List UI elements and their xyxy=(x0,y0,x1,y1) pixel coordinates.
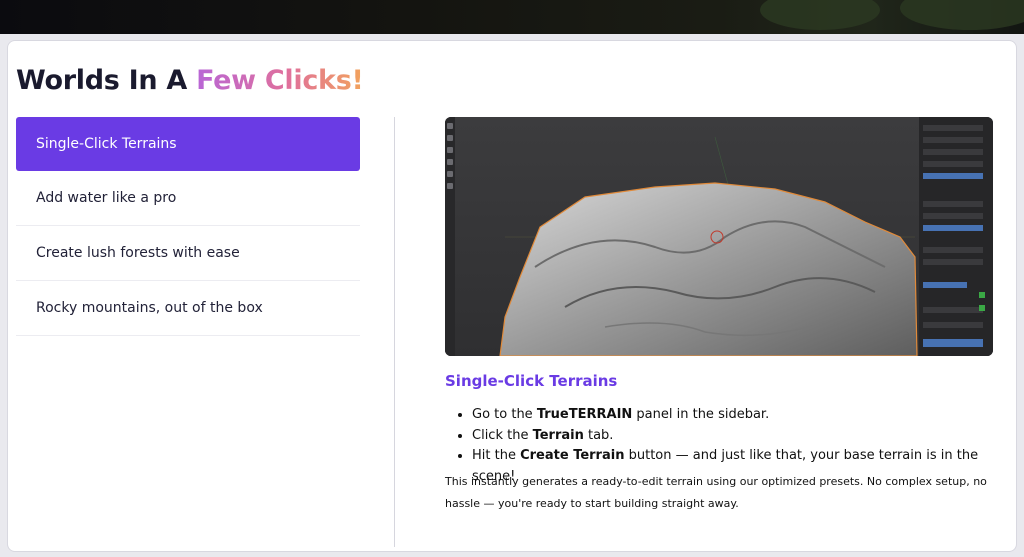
list-item: Click the Terrain tab. xyxy=(472,426,1016,447)
feature-detail-title: Single-Click Terrains xyxy=(445,372,618,390)
title-highlight: Few Clicks! xyxy=(196,65,364,96)
feature-description: This instantly generates a ready-to-edit… xyxy=(445,475,987,510)
terrain-editor-image xyxy=(445,117,993,356)
vertical-divider xyxy=(394,117,395,547)
list-item: Go to the TrueTERRAIN panel in the sideb… xyxy=(472,405,1016,426)
features-card: Worlds In A Few Clicks! Single-Click Ter… xyxy=(7,40,1017,552)
tab-create-forests[interactable]: Create lush forests with ease xyxy=(16,226,360,281)
section-title: Worlds In A Few Clicks! xyxy=(16,65,364,96)
tab-single-click-terrains[interactable]: Single-Click Terrains xyxy=(16,117,360,171)
foliage-shape xyxy=(900,0,1024,30)
feature-screenshot xyxy=(445,117,993,356)
tab-rocky-mountains[interactable]: Rocky mountains, out of the box xyxy=(16,281,360,336)
tab-add-water[interactable]: Add water like a pro xyxy=(16,171,360,226)
foliage-shape xyxy=(760,0,880,30)
hero-banner-strip xyxy=(0,0,1024,34)
feature-tab-list: Single-Click Terrains Add water like a p… xyxy=(16,117,360,336)
